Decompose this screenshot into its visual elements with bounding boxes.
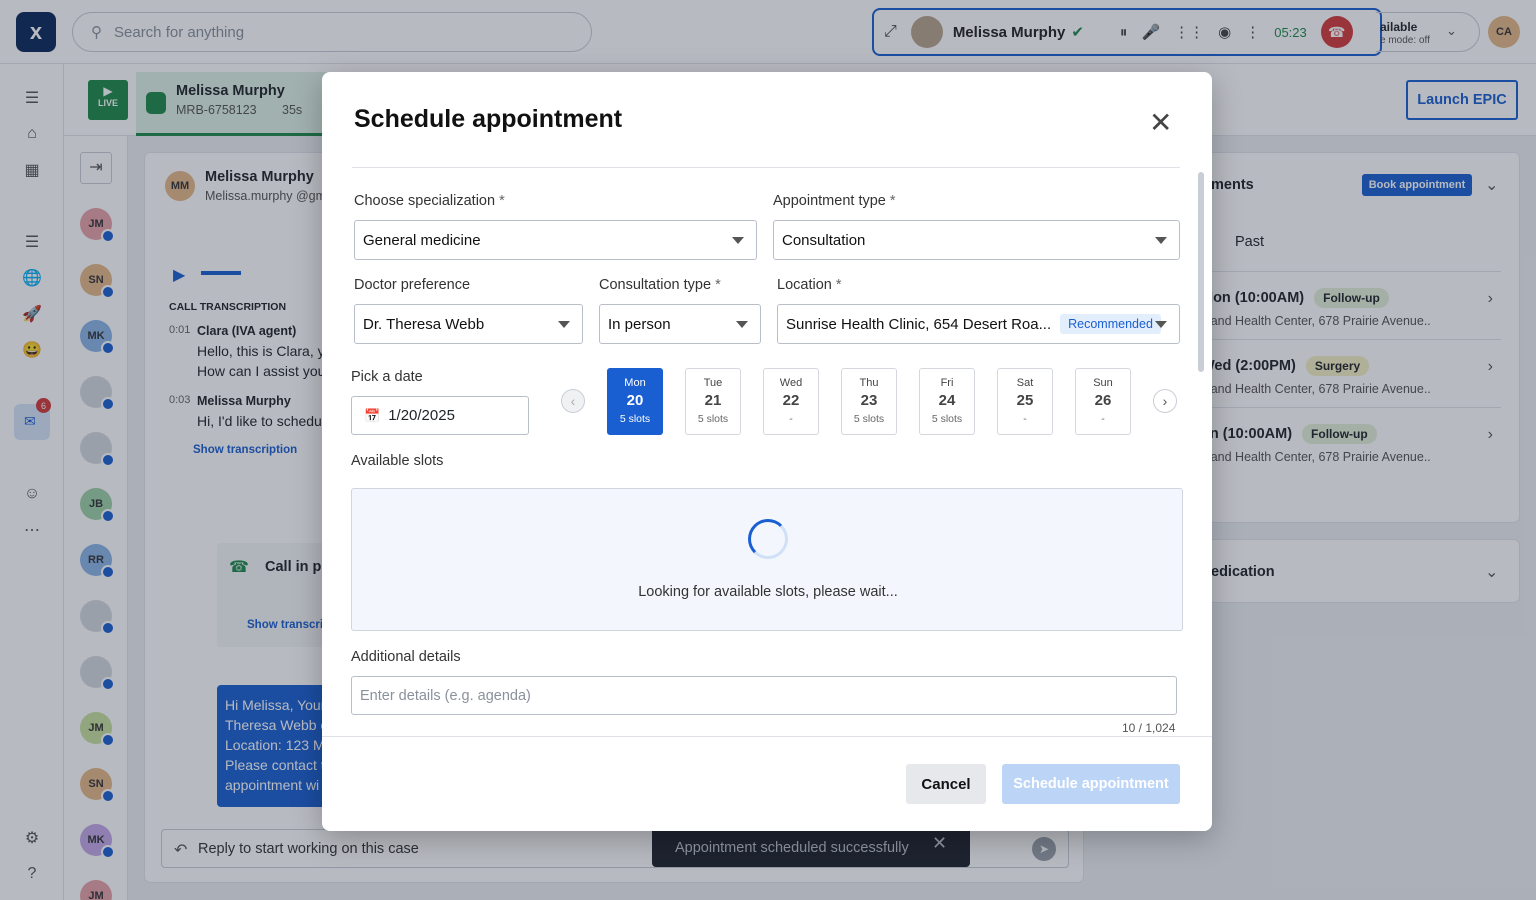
caret-down-icon	[558, 321, 570, 328]
footer-divider	[322, 736, 1212, 737]
toast-message: Appointment scheduled successfully	[675, 839, 909, 856]
day-slots: 5 slots	[697, 413, 729, 425]
caret-down-icon	[1155, 237, 1167, 244]
next-week-icon[interactable]: ›	[1153, 389, 1177, 413]
day-option-mon[interactable]: Mon 20 5 slots	[607, 368, 663, 435]
modal-scrollbar[interactable]	[1198, 172, 1204, 372]
doctor-preference-select[interactable]: Dr. Theresa Webb	[354, 304, 583, 344]
date-value: 1/20/2025	[388, 407, 455, 424]
slots-area: Looking for available slots, please wait…	[351, 488, 1183, 631]
day-number: 23	[860, 392, 878, 409]
caret-down-icon	[732, 237, 744, 244]
day-slots: 5 slots	[853, 413, 885, 425]
cancel-button[interactable]: Cancel	[906, 764, 986, 804]
specialization-select[interactable]: General medicine	[354, 220, 757, 260]
day-slots: 5 slots	[619, 413, 651, 425]
day-slots: -	[1101, 413, 1105, 425]
day-name: Mon	[624, 377, 646, 389]
day-slots: 5 slots	[931, 413, 963, 425]
day-slots: -	[789, 413, 793, 425]
appointment-type-label: Appointment type *	[773, 193, 896, 209]
day-slots: -	[1023, 413, 1027, 425]
pick-date-label: Pick a date	[351, 369, 423, 385]
day-number: 22	[782, 392, 800, 409]
character-counter: 10 / 1,024	[1122, 721, 1176, 735]
recommended-badge: Recommended	[1060, 314, 1161, 334]
day-name: Sat	[1016, 377, 1034, 389]
title-divider	[352, 167, 1180, 168]
day-name: Sun	[1093, 377, 1113, 389]
calendar-icon: 📅	[364, 407, 381, 423]
day-name: Wed	[779, 377, 803, 389]
schedule-appointment-button[interactable]: Schedule appointment	[1002, 764, 1180, 804]
day-name: Fri	[940, 377, 954, 389]
day-number: 25	[1016, 392, 1034, 409]
day-number: 20	[626, 392, 644, 409]
loading-spinner-icon	[748, 519, 788, 559]
day-option-sun[interactable]: Sun 26 -	[1075, 368, 1131, 435]
day-name: Thu	[859, 377, 879, 389]
caret-down-icon	[1155, 321, 1167, 328]
day-option-fri[interactable]: Fri 24 5 slots	[919, 368, 975, 435]
available-slots-label: Available slots	[351, 453, 444, 469]
modal-title: Schedule appointment	[354, 105, 623, 133]
consultation-type-label: Consultation type *	[599, 277, 721, 293]
consultation-type-select[interactable]: In person	[599, 304, 761, 344]
toast-close-icon[interactable]: ✕	[932, 833, 947, 854]
close-icon[interactable]: ✕	[1149, 106, 1172, 139]
day-name: Tue	[703, 377, 723, 389]
day-option-tue[interactable]: Tue 21 5 slots	[685, 368, 741, 435]
day-number: 26	[1094, 392, 1112, 409]
date-input[interactable]: 📅 1/20/2025	[351, 396, 529, 435]
loading-message: Looking for available slots, please wait…	[638, 584, 898, 600]
additional-details-label: Additional details	[351, 649, 461, 665]
day-option-thu[interactable]: Thu 23 5 slots	[841, 368, 897, 435]
schedule-appointment-modal: Schedule appointment ✕ Choose specializa…	[322, 72, 1212, 831]
specialization-label: Choose specialization *	[354, 193, 505, 209]
location-label: Location *	[777, 277, 842, 293]
day-option-wed[interactable]: Wed 22 -	[763, 368, 819, 435]
location-select[interactable]: Sunrise Health Clinic, 654 Desert Roa...…	[777, 304, 1180, 344]
additional-details-input[interactable]	[351, 676, 1177, 715]
caret-down-icon	[736, 321, 748, 328]
day-number: 24	[938, 392, 956, 409]
prev-week-icon[interactable]: ‹	[561, 389, 585, 413]
day-option-sat[interactable]: Sat 25 -	[997, 368, 1053, 435]
appointment-type-select[interactable]: Consultation	[773, 220, 1180, 260]
day-number: 21	[704, 392, 722, 409]
doctor-preference-label: Doctor preference	[354, 277, 471, 293]
